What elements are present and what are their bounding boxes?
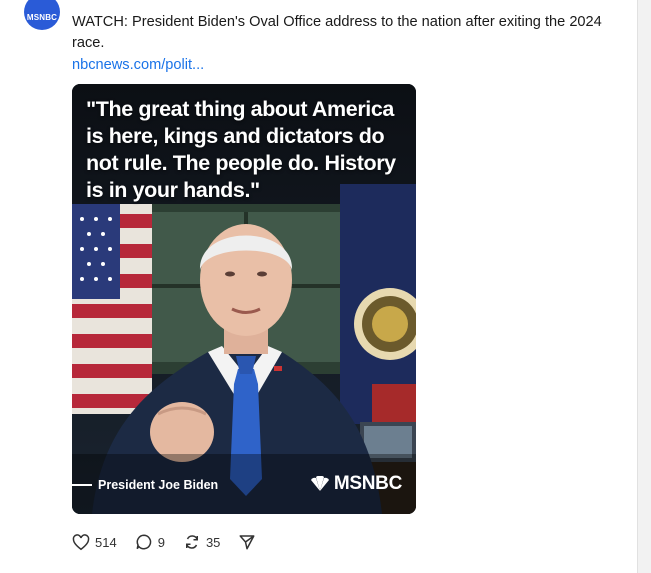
repost-count: 35	[205, 534, 221, 550]
share-button[interactable]	[238, 533, 261, 551]
presidential-flag	[340, 184, 416, 424]
reply-count: 9	[157, 534, 165, 550]
like-count: 514	[95, 534, 117, 550]
heart-icon	[72, 533, 90, 550]
american-flag	[72, 204, 152, 414]
post-card: MSNBC WATCH: President Biden's Oval Offi…	[0, 0, 638, 573]
peacock-icon	[310, 476, 329, 491]
reply-icon	[136, 534, 151, 550]
post-link[interactable]: nbcnews.com/polit...	[72, 57, 204, 73]
share-icon	[239, 535, 255, 550]
reply-button[interactable]: 9	[135, 533, 165, 551]
caption-text: President Joe Biden	[98, 478, 219, 492]
action-bar: 514 9 35	[72, 533, 279, 551]
avatar[interactable]: MSNBC	[24, 0, 60, 30]
avatar-label: MSNBC	[26, 13, 58, 22]
network-logo: MSNBC	[309, 473, 402, 495]
post-video[interactable]: "The great thing about America is here, …	[72, 84, 416, 514]
like-button[interactable]: 514	[72, 533, 117, 551]
quote-overlay: "The great thing about America is here, …	[86, 97, 396, 202]
repost-icon	[185, 535, 198, 549]
brand-text: MSNBC	[333, 473, 402, 494]
repost-button[interactable]: 35	[183, 533, 220, 551]
post-text: WATCH: President Biden's Oval Office add…	[72, 14, 602, 51]
caption-dash	[72, 484, 92, 486]
video-caption: President Joe Biden	[72, 478, 218, 492]
